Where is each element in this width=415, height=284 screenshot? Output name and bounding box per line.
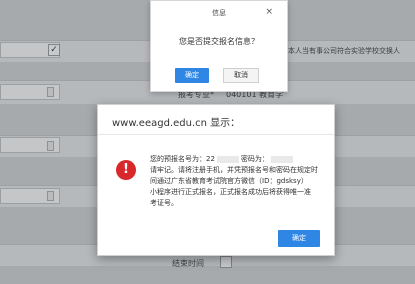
scroll-handle[interactable] xyxy=(47,87,54,97)
alert-dialog-header: www.eeagd.edu.cn 显示： xyxy=(98,105,334,135)
error-icon: ! xyxy=(116,160,136,180)
confirm-ok-button[interactable]: 确定 xyxy=(175,68,209,83)
registration-number-text: 您的预报名号为：22 xyxy=(150,155,215,163)
confirm-dialog: 信息 × 您是否提交报名信息？ 确定 取消 xyxy=(150,0,288,92)
alert-line-5: 考证号。 xyxy=(150,199,178,207)
password-label-text: 密码为： xyxy=(240,155,269,163)
alert-message: 您的预报名号为：22 密码为： 请牢记。请将注册手机，并凭预报名号和密码在规定时 … xyxy=(150,154,328,209)
scroll-handle[interactable] xyxy=(47,141,54,151)
close-icon[interactable]: × xyxy=(265,7,273,17)
alert-line-3: 间通过广东省教育考试院官方微信（ID：gdsksy） xyxy=(150,177,308,185)
alert-line-2: 请牢记。请将注册手机，并凭预报名号和密码在规定时 xyxy=(150,166,318,174)
confirm-cancel-button[interactable]: 取消 xyxy=(223,68,259,83)
alert-dialog-title: www.eeagd.edu.cn 显示： xyxy=(112,118,241,129)
confirm-message: 您是否提交报名信息？ xyxy=(179,37,259,46)
date-checkbox[interactable] xyxy=(220,256,232,268)
checkbox[interactable]: ✓ xyxy=(48,44,60,56)
redacted-password xyxy=(270,155,293,163)
alert-line-4: 小程序进行正式报名，正式报名成功后将获得唯一准 xyxy=(150,188,311,196)
top-right-note: 本人当有事公司符合实验学校交换人 xyxy=(288,47,400,55)
alert-dialog: www.eeagd.edu.cn 显示： ! 您的预报名号为：22 密码为： 请牢… xyxy=(97,104,335,256)
scroll-handle[interactable] xyxy=(47,191,54,201)
redacted-number xyxy=(216,155,239,163)
end-time-label: 结束时间 xyxy=(172,259,204,268)
alert-line-1: 您的预报名号为：22 密码为： xyxy=(150,154,328,165)
confirm-dialog-header: 信息 × xyxy=(151,1,287,25)
confirm-button-row: 确定 取消 xyxy=(151,68,287,84)
alert-ok-button[interactable]: 确定 xyxy=(278,230,320,247)
